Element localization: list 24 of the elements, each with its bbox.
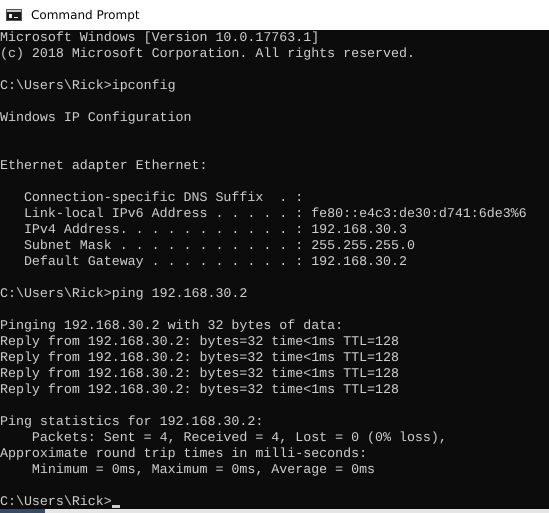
console-line: Default Gateway . . . . . . . . . : 192.168.30.2 <box>22 254 407 270</box>
console-line: C:\Users\Rick>ping 192.168.30.2 <box>0 286 248 302</box>
console-line: Microsoft Windows [Version 10.0.17763.1] <box>0 30 320 46</box>
console-line: Packets: Sent = 4, Received = 4, Lost = 0 (0% loss), <box>30 430 447 446</box>
console-line: Reply from 192.168.30.2: bytes=32 time<1ms TTL=128 <box>0 334 399 350</box>
console-line: Pinging 192.168.30.2 with 32 bytes of data: <box>0 318 344 334</box>
console-line: Ping statistics for 192.168.30.2: <box>0 414 264 430</box>
scrollbar-drawing[interactable] <box>0 509 549 513</box>
console-line: Minimum = 0ms, Maximum = 0ms, Average = 0ms <box>30 462 376 478</box>
console-line: Connection-specific DNS Suffix . : <box>22 190 304 206</box>
console-line: Windows IP Configuration <box>0 110 192 126</box>
console-line: Link-local IPv6 Address . . . . . : fe80::e4c3:de30:d741:6de3%6 <box>22 206 527 222</box>
console-line: Subnet Mask . . . . . . . . . . . : 255.255.255.0 <box>22 238 415 254</box>
terminal-icon <box>6 9 22 21</box>
command-prompt: C:\Users\Rick> <box>0 494 112 509</box>
window-title: Command Prompt <box>31 8 140 22</box>
console-line: IPv4 Address. . . . . . . . . . . : 192.168.30.3 <box>22 222 407 238</box>
console-line: Reply from 192.168.30.2: bytes=32 time<1ms TTL=128 <box>0 366 399 382</box>
console-line: (c) 2018 Microsoft Corporation. All rights reserved. <box>0 46 415 62</box>
console-line: Reply from 192.168.30.2: bytes=32 time<1ms TTL=128 <box>0 382 399 398</box>
console-line: C:\Users\Rick>ipconfig <box>0 78 176 94</box>
console-line: Approximate round trip times in milli-seconds: <box>0 446 368 462</box>
console-line: Reply from 192.168.30.2: bytes=32 time<1ms TTL=128 <box>0 350 399 366</box>
console-line: Ethernet adapter Ethernet: <box>0 158 208 174</box>
